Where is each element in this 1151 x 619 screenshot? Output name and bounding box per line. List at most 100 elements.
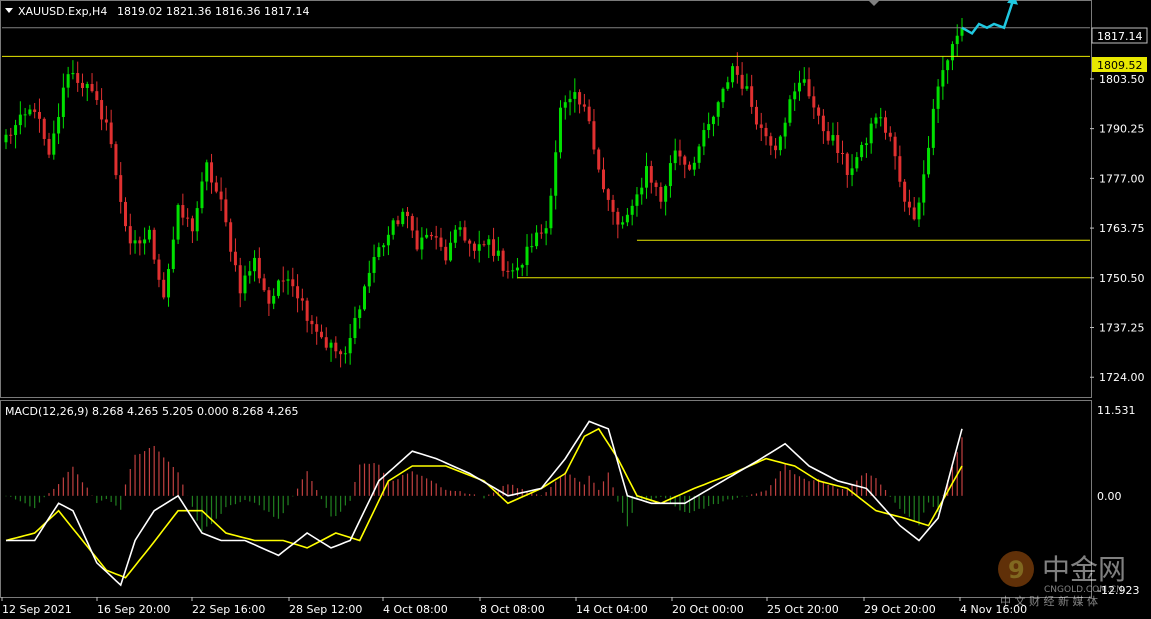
candle-body	[764, 127, 768, 137]
candle	[429, 232, 433, 240]
candle	[578, 89, 582, 114]
candle-body	[750, 86, 754, 107]
candle-body	[501, 250, 505, 271]
candle-body	[195, 208, 199, 232]
candle	[33, 103, 37, 119]
candle	[243, 265, 247, 301]
candle-body	[124, 201, 127, 227]
macd-panel-border	[0, 400, 1092, 598]
candle	[95, 81, 99, 105]
candle	[711, 115, 715, 137]
price-tick-label: 1777.00	[1099, 172, 1145, 185]
candle-body	[23, 114, 27, 116]
candle-body	[406, 211, 410, 217]
candle-body	[372, 256, 376, 273]
candle	[253, 250, 257, 282]
candle-body	[898, 156, 902, 182]
candle	[176, 203, 180, 245]
candle-body	[836, 135, 840, 154]
candle	[520, 263, 524, 277]
candle-body	[210, 162, 214, 183]
time-tick-label: 4 Nov 16:00	[960, 603, 1027, 616]
candle	[9, 127, 13, 144]
candle-body	[391, 220, 395, 235]
candle-body	[71, 73, 75, 75]
candle-body	[702, 130, 706, 147]
candle-body	[439, 237, 443, 247]
candle	[649, 160, 653, 194]
candle-body	[363, 286, 366, 310]
chart-shift-marker-icon[interactable]	[868, 0, 880, 6]
time-tick-label: 22 Sep 16:00	[192, 603, 265, 616]
candle-body	[597, 149, 601, 170]
candle-body	[578, 92, 582, 105]
candle	[71, 60, 75, 80]
candle	[688, 161, 692, 171]
candle-body	[525, 246, 529, 266]
candle-body	[334, 342, 338, 352]
candle-body	[769, 136, 773, 146]
candle	[602, 157, 605, 193]
candle-body	[496, 250, 500, 256]
candle	[621, 216, 625, 229]
candle-body	[9, 134, 13, 136]
candle-body	[219, 191, 223, 200]
candle-body	[492, 239, 496, 256]
candle-body	[61, 87, 65, 118]
candle	[673, 138, 677, 171]
candle-body	[893, 136, 897, 157]
candle	[42, 117, 46, 146]
candle	[668, 155, 672, 198]
time-tick-label: 12 Sep 2021	[2, 603, 72, 616]
candle	[931, 98, 935, 156]
candle	[119, 162, 123, 214]
candle	[219, 177, 223, 212]
candle-body	[382, 245, 386, 248]
candle-body	[864, 143, 868, 145]
candle-body	[377, 247, 381, 257]
candle	[788, 95, 792, 127]
symbol-title: XAUUSD.Exp,H4	[18, 5, 107, 18]
candle	[66, 66, 70, 98]
candle	[157, 253, 161, 288]
candle	[860, 141, 864, 161]
candle	[224, 187, 228, 227]
price-tick-label: 1724.00	[1099, 371, 1145, 384]
candle-body	[754, 106, 758, 125]
candle	[85, 81, 89, 102]
candle	[257, 247, 261, 284]
candle	[300, 288, 304, 311]
time-tick-label: 28 Sep 12:00	[289, 603, 362, 616]
candle	[630, 199, 634, 226]
candle-body	[233, 251, 237, 266]
trading-chart[interactable]: 9 中金网 CNGOLD.COM.CN 中 文 财 经 新 媒 体 11.531…	[0, 0, 1151, 619]
candle	[186, 208, 190, 227]
candle	[898, 145, 902, 188]
candle-body	[616, 211, 620, 225]
candle-body	[568, 98, 572, 103]
candle	[114, 141, 118, 180]
candle	[587, 99, 591, 125]
candle	[391, 218, 395, 240]
symbol-dropdown-icon[interactable]	[5, 8, 13, 13]
candle	[315, 316, 319, 345]
candle	[740, 62, 744, 96]
candle-body	[482, 244, 486, 246]
candle	[147, 225, 151, 243]
price-tick-label: 1750.50	[1099, 272, 1145, 285]
candle	[927, 136, 931, 178]
candle	[735, 52, 739, 84]
candle-body	[487, 239, 491, 245]
price-tick-label: 1737.25	[1099, 322, 1145, 335]
candle-body	[477, 244, 481, 251]
candle	[955, 24, 959, 57]
candle-body	[386, 234, 390, 246]
candle-body	[157, 259, 161, 280]
candle-body	[903, 181, 907, 202]
candle	[152, 227, 156, 264]
candle-body	[458, 227, 462, 230]
ohlc-values: 1819.02 1821.36 1816.36 1817.14	[117, 5, 309, 18]
candle-body	[214, 182, 218, 192]
candle	[205, 159, 209, 191]
candle-body	[922, 174, 926, 203]
